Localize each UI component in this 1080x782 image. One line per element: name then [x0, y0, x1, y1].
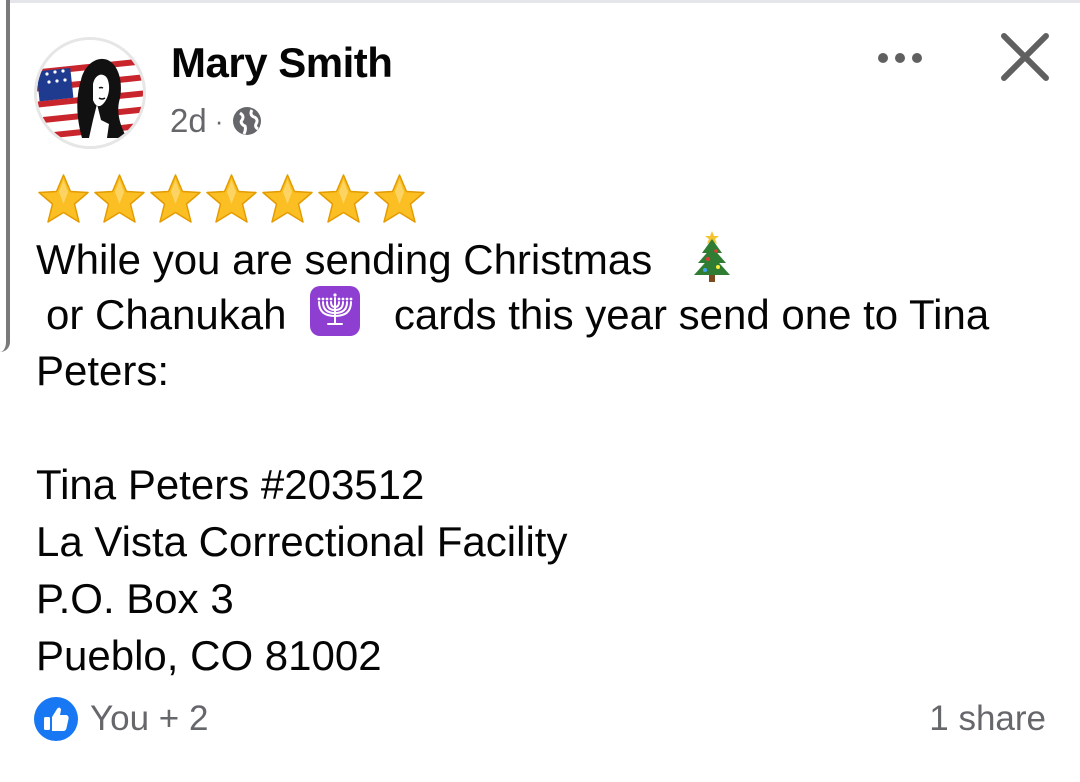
post-text: cards this year send one to Tina	[393, 291, 990, 339]
star-rating	[36, 172, 427, 228]
author-name[interactable]: Mary Smith	[171, 38, 393, 88]
globe-icon[interactable]	[231, 105, 263, 137]
post-text-line-2: or Chanukah cards this year send one to …	[46, 286, 989, 350]
address-line-4: Pueblo, CO 81002	[36, 632, 382, 679]
meta-separator: ·	[214, 105, 224, 136]
address-line-2: La Vista Correctional Facility	[36, 518, 568, 565]
reactions-count[interactable]: You + 2	[90, 699, 208, 739]
post-time[interactable]: 2d	[170, 102, 207, 140]
star-icon	[92, 172, 147, 227]
avatar[interactable]	[34, 37, 146, 149]
reactions-summary[interactable]: You + 2	[34, 697, 208, 741]
star-icon	[36, 172, 91, 227]
star-icon	[260, 172, 315, 227]
post-meta: 2d ·	[170, 99, 263, 143]
like-icon	[34, 697, 78, 741]
star-icon	[148, 172, 203, 227]
more-dot-icon	[912, 53, 922, 63]
more-dot-icon	[878, 53, 888, 63]
address-line-1: Tina Peters #203512	[36, 461, 425, 508]
close-button[interactable]	[992, 26, 1058, 92]
menorah-icon	[310, 286, 361, 350]
more-dot-icon	[895, 53, 905, 63]
avatar-image	[37, 40, 143, 146]
post-text-line-3: Peters:	[36, 347, 170, 394]
star-icon	[372, 172, 427, 227]
close-icon	[1001, 33, 1049, 81]
screen-edge	[0, 0, 10, 352]
post-text: While you are sending Christmas	[36, 236, 653, 284]
more-options-button[interactable]	[868, 40, 932, 76]
star-icon	[316, 172, 371, 227]
address-line-3: P.O. Box 3	[36, 575, 234, 622]
top-divider	[0, 0, 1080, 3]
star-icon	[204, 172, 259, 227]
post-text: or Chanukah	[46, 291, 287, 339]
share-count[interactable]: 1 share	[920, 697, 1046, 741]
